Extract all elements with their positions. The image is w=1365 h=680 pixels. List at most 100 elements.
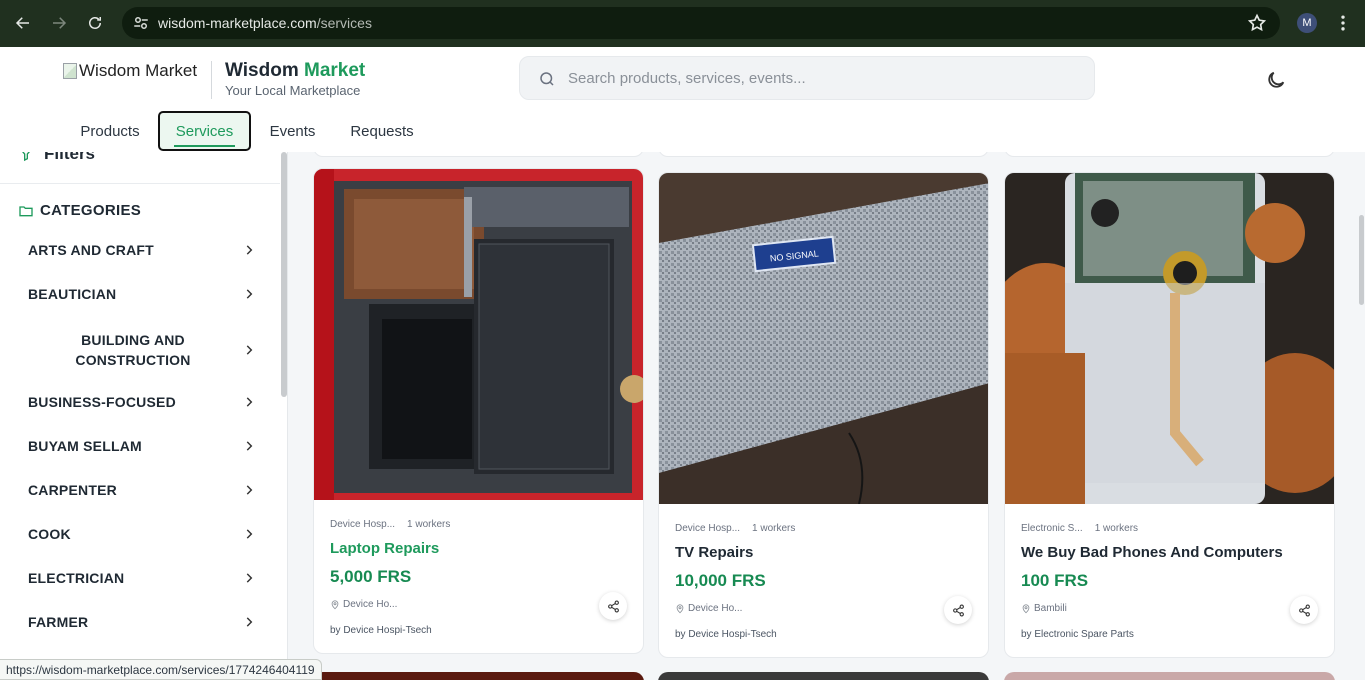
categories-heading: CATEGORIES	[18, 202, 141, 219]
listing-title[interactable]: TV Repairs	[675, 544, 753, 561]
listing-image[interactable]	[314, 169, 643, 500]
listing-category: Device Hosp...	[330, 519, 396, 530]
listing-category: Device Hosp...	[675, 523, 741, 534]
listing-image[interactable]: NO SIGNAL	[659, 173, 988, 504]
dark-mode-moon-icon[interactable]	[1265, 69, 1287, 91]
chevron-right-icon	[246, 441, 253, 451]
categories-label: CATEGORIES	[40, 202, 142, 219]
listing-image[interactable]	[1005, 173, 1334, 504]
listing-location: Bambili	[1021, 603, 1067, 614]
status-bar-link-preview: https://wisdom-marketplace.com/services/…	[0, 659, 322, 680]
reload-icon[interactable]	[83, 11, 107, 35]
divider	[0, 183, 280, 184]
url-text[interactable]: wisdom-marketplace.com/services	[158, 15, 372, 31]
category-item[interactable]: COOK	[28, 526, 256, 542]
listing-price: 10,000 FRS	[675, 571, 766, 590]
share-icon	[952, 604, 964, 616]
address-bar[interactable]: wisdom-marketplace.com/services	[122, 7, 1280, 39]
listing-card[interactable]	[658, 672, 989, 680]
search-icon	[538, 70, 556, 88]
category-item[interactable]: CARPENTER	[28, 482, 256, 498]
share-button[interactable]	[599, 592, 627, 620]
search-input[interactable]	[568, 57, 1068, 99]
chevron-right-icon	[246, 345, 253, 355]
location-label: Bambili	[1034, 603, 1067, 614]
category-item[interactable]: BEAUTICIAN	[28, 286, 256, 302]
category-label: BUILDING AND CONSTRUCTION	[75, 332, 191, 368]
listing-seller: by Electronic Spare Parts	[1021, 629, 1134, 640]
bookmark-star-icon[interactable]	[1247, 13, 1267, 33]
page-scrollbar[interactable]	[1359, 215, 1364, 305]
category-item[interactable]: ARTS AND CRAFT	[28, 242, 256, 258]
location-pin-icon	[676, 603, 684, 613]
logo-divider	[211, 61, 212, 99]
listing-card[interactable]	[1004, 152, 1335, 157]
brand-name[interactable]: Wisdom Market	[225, 60, 365, 82]
listing-price: 100 FRS	[1021, 571, 1089, 590]
category-item[interactable]: BUSINESS-FOCUSED	[28, 394, 256, 410]
filters-heading: Filters	[18, 152, 95, 164]
site-settings-icon[interactable]	[132, 14, 150, 32]
listing-card[interactable]	[313, 152, 644, 157]
site-header: Wisdom Market Wisdom Market Your Local M…	[0, 47, 1365, 152]
listing-workers: 1 workers	[1094, 523, 1139, 534]
listing-card[interactable]: NO SIGNAL Device Hosp... 1 workers TV Rep…	[658, 172, 989, 658]
url-host: wisdom-marketplace.com	[158, 15, 317, 31]
folder-icon	[19, 205, 33, 216]
listing-card[interactable]	[313, 672, 644, 680]
tab-events[interactable]: Events	[255, 111, 330, 151]
brand-second-word: Market	[304, 60, 366, 81]
share-button[interactable]	[944, 596, 972, 624]
category-item[interactable]: BUYAM SELLAM	[28, 438, 256, 454]
tab-services[interactable]: Services	[158, 111, 251, 151]
listing-workers: 1 workers	[407, 519, 451, 530]
category-label: ELECTRICIAN	[28, 570, 125, 586]
logo-alt-text: Wisdom Market	[79, 61, 198, 80]
broken-image-icon	[63, 63, 77, 79]
listing-price: 5,000 FRS	[330, 567, 412, 586]
filters-label: Filters	[44, 152, 96, 163]
listing-title[interactable]: Laptop Repairs	[330, 540, 439, 557]
listing-card[interactable]	[658, 152, 989, 157]
listing-location: Device Ho...	[330, 599, 397, 610]
more-options-icon[interactable]	[1333, 13, 1353, 33]
brand-tagline: Your Local Marketplace	[225, 83, 361, 98]
category-label: BUYAM SELLAM	[28, 438, 142, 454]
filter-icon	[22, 152, 30, 162]
listing-card[interactable]: Device Hosp... 1 workers Laptop Repairs 5…	[313, 168, 644, 654]
chevron-right-icon	[246, 485, 253, 495]
forward-icon[interactable]	[47, 11, 71, 35]
back-icon[interactable]	[11, 11, 35, 35]
location-label: Device Ho...	[688, 603, 743, 614]
listing-seller: by Device Hospi-Tsech	[330, 625, 432, 636]
category-item[interactable]: ELECTRICIAN	[28, 570, 256, 586]
listing-title[interactable]: We Buy Bad Phones And Computers	[1021, 544, 1283, 561]
tab-requests[interactable]: Requests	[336, 111, 428, 151]
listing-seller: by Device Hospi-Tsech	[675, 629, 777, 640]
category-label: BUSINESS-FOCUSED	[28, 394, 176, 410]
chevron-right-icon	[246, 617, 253, 627]
location-pin-icon	[1022, 603, 1030, 613]
location-label: Device Ho...	[343, 599, 398, 610]
share-icon	[1298, 604, 1310, 616]
profile-avatar[interactable]: M	[1297, 13, 1317, 33]
category-label: FARMER	[28, 614, 89, 630]
chevron-right-icon	[246, 397, 253, 407]
site-logo[interactable]: Wisdom Market	[63, 61, 197, 81]
category-item[interactable]: BUILDING AND CONSTRUCTION	[28, 330, 256, 370]
tab-products[interactable]: Products	[66, 111, 154, 151]
search-bar[interactable]	[519, 56, 1095, 100]
chevron-right-icon	[246, 289, 253, 299]
listing-card[interactable]	[1004, 672, 1335, 680]
location-pin-icon	[331, 599, 339, 609]
category-item[interactable]: FARMER	[28, 614, 256, 630]
listing-category: Electronic S...	[1021, 523, 1083, 534]
chevron-right-icon	[246, 245, 253, 255]
sidebar-scrollbar[interactable]	[281, 152, 287, 397]
share-button[interactable]	[1290, 596, 1318, 624]
filters-sidebar: Filters CATEGORIES ARTS AND CRAFT BEAUTI…	[0, 152, 288, 680]
chevron-right-icon	[246, 529, 253, 539]
url-path: /services	[316, 15, 372, 31]
brand-first-word: Wisdom	[225, 60, 299, 81]
listing-card[interactable]: Electronic S... 1 workers We Buy Bad Phon…	[1004, 172, 1335, 658]
